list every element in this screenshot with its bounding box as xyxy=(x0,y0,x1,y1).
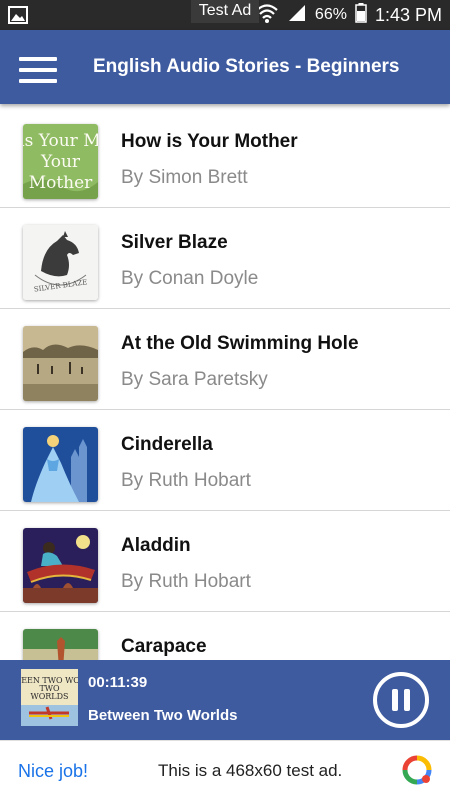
test-ad-label: Test Ad xyxy=(191,0,259,23)
ad-network-logo-icon[interactable] xyxy=(402,755,432,785)
now-playing-bar[interactable]: BETWEEN TWO WORLDS TWO WORLDS 00:11:39 B… xyxy=(0,660,450,740)
now-playing-title: Between Two Worlds xyxy=(88,707,238,724)
battery-icon xyxy=(355,2,367,28)
story-author: By Simon Brett xyxy=(121,167,248,188)
story-list[interactable]: How is Your Mother Your Mother How is Yo… xyxy=(0,107,450,660)
list-item[interactable]: Aladdin By Ruth Hobart xyxy=(0,511,450,612)
cover-title: How is Your Mother xyxy=(23,131,98,151)
cover-image xyxy=(23,326,98,401)
status-time: 1:43 PM xyxy=(374,4,442,25)
now-playing-cover: BETWEEN TWO WORLDS TWO WORLDS xyxy=(21,669,78,726)
pause-icon xyxy=(373,672,429,728)
list-item[interactable]: SILVER BLAZE Silver Blaze By Conan Doyle xyxy=(0,208,450,309)
app-title: English Audio Stories - Beginners xyxy=(93,56,400,77)
list-item[interactable]: Carapace xyxy=(0,612,450,660)
story-title: Carapace xyxy=(121,636,207,657)
story-title: At the Old Swimming Hole xyxy=(121,333,359,354)
hamburger-menu-icon[interactable] xyxy=(19,57,57,83)
app-bar: English Audio Stories - Beginners xyxy=(0,30,450,104)
story-author: By Ruth Hobart xyxy=(121,470,251,491)
svg-text:WORLDS: WORLDS xyxy=(30,692,68,701)
story-title: How is Your Mother xyxy=(121,131,298,152)
image-notification-icon xyxy=(8,5,28,30)
elapsed-time: 00:11:39 xyxy=(88,674,148,691)
list-item[interactable]: At the Old Swimming Hole By Sara Paretsk… xyxy=(0,309,450,410)
ad-cta-link[interactable]: Nice job! xyxy=(18,761,88,782)
list-item[interactable]: Cinderella By Ruth Hobart xyxy=(0,410,450,511)
list-item[interactable]: How is Your Mother Your Mother How is Yo… xyxy=(0,107,450,208)
story-author: By Conan Doyle xyxy=(121,268,259,289)
pause-button[interactable] xyxy=(372,671,430,729)
cover-image: SILVER BLAZE xyxy=(23,225,98,300)
story-title: Aladdin xyxy=(121,535,191,556)
story-author: By Sara Paretsky xyxy=(121,369,268,390)
ad-text: This is a 468x60 test ad. xyxy=(158,761,343,780)
cover-image xyxy=(23,629,98,660)
cover-image xyxy=(23,528,98,603)
signal-icon xyxy=(287,3,307,28)
story-title: Cinderella xyxy=(121,434,213,455)
cover-image: How is Your Mother Your Mother xyxy=(23,124,98,199)
svg-text:Your: Your xyxy=(40,152,81,172)
svg-text:Mother: Mother xyxy=(29,173,93,193)
story-title: Silver Blaze xyxy=(121,232,228,253)
story-author: By Ruth Hobart xyxy=(121,571,251,592)
battery-percent: 66% xyxy=(314,6,347,23)
cover-image xyxy=(23,427,98,502)
ad-banner[interactable]: Nice job! This is a 468x60 test ad. xyxy=(0,740,450,800)
